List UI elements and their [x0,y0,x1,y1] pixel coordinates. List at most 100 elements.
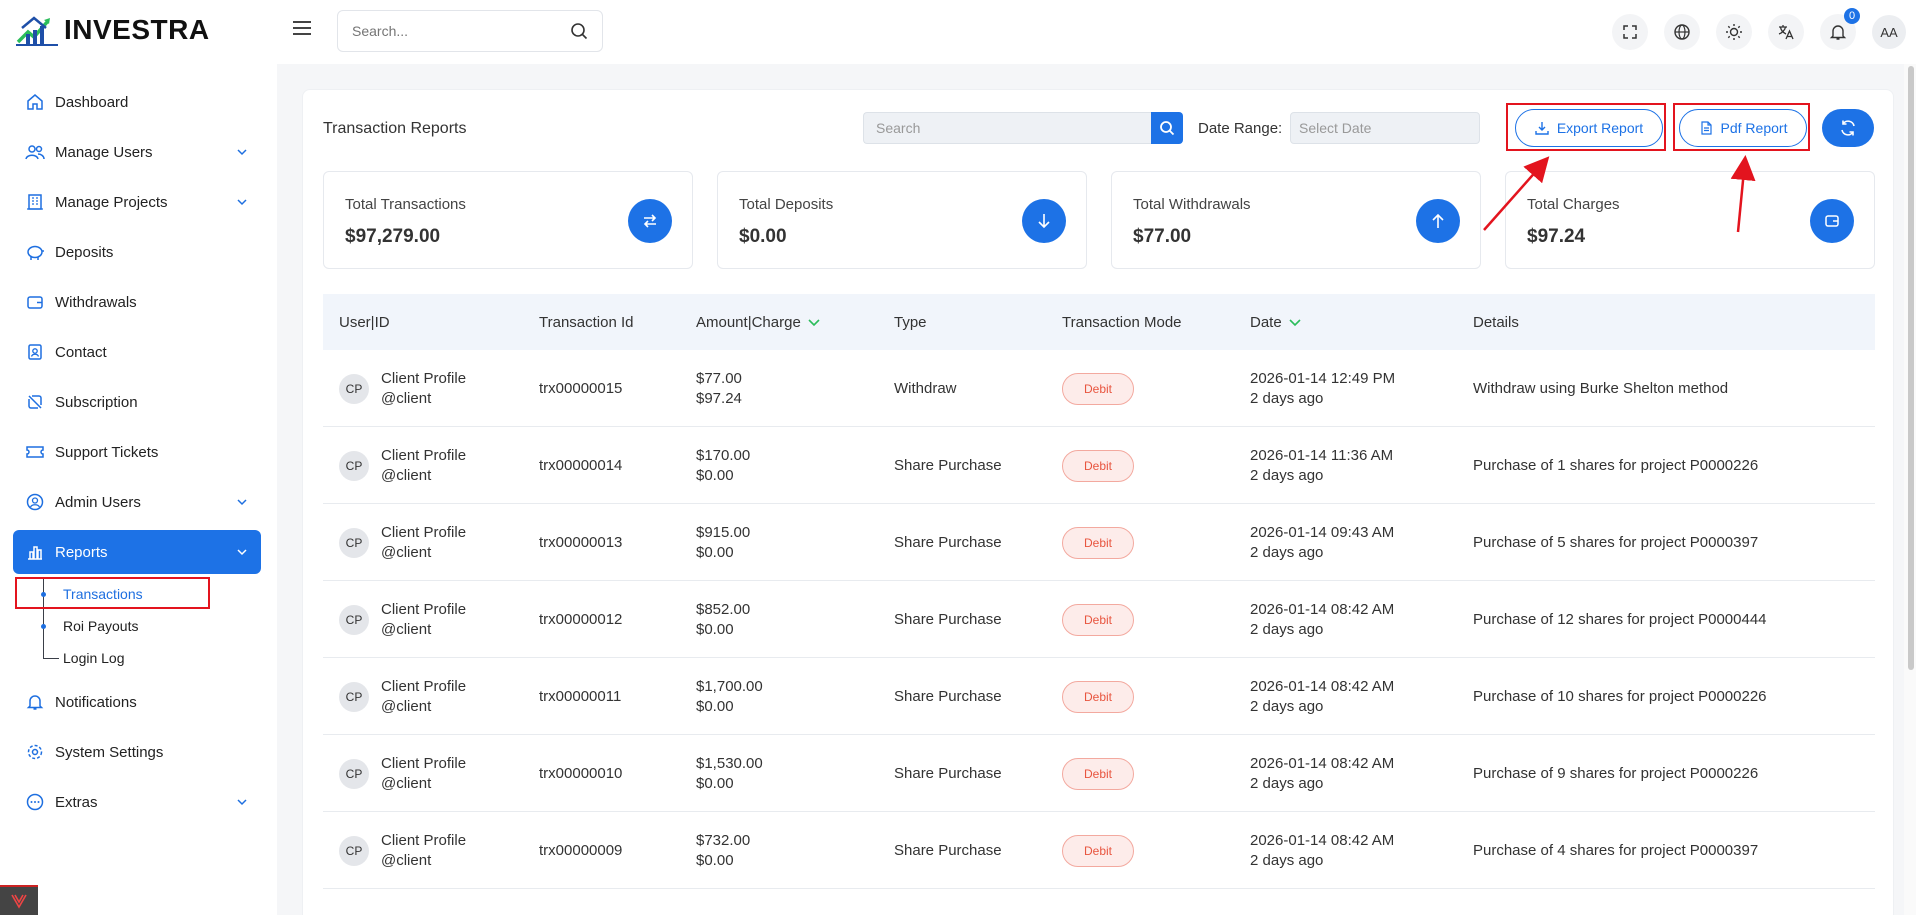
status-badge: Debit [1062,449,1134,482]
user-info: Client Profile @client [381,754,466,794]
sidebar-item-dashboard[interactable]: Dashboard [13,80,261,124]
sidebar-item-contact[interactable]: Contact [13,330,261,374]
chevron-down-icon [237,549,247,556]
sort-chevron-icon [1289,319,1301,327]
brand-logo[interactable]: INVESTRA [14,12,210,48]
user-info: Client Profile @client [381,523,466,563]
cell-date: 2026-01-14 08:42 AM 2 days ago [1250,735,1394,812]
submenu-label: Login Log [63,650,125,666]
charge-value: $0.00 [696,851,734,869]
sidebar-item-support-tickets[interactable]: Support Tickets [13,430,261,474]
pdf-icon [1700,121,1712,135]
user-name[interactable]: Client Profile [381,369,466,389]
table-row[interactable]: CP Client Profile @client trx00000014 $170.0… [323,427,1875,504]
theme-toggle-button[interactable] [1716,14,1752,50]
sidebar: INVESTRA Dashboard Manage Users Manage P… [0,0,277,915]
amount-charge: $852.00 $0.00 [696,600,750,640]
col-header-user[interactable]: User|ID [339,314,390,331]
user-name[interactable]: Client Profile [381,446,466,466]
cell-date: 2026-01-14 09:43 AM 2 days ago [1250,504,1394,581]
col-header-details[interactable]: Details [1473,314,1519,331]
table-row[interactable]: CP Client Profile @client trx00000009 $732.0… [323,812,1875,889]
sidebar-item-subscription[interactable]: Subscription [13,380,261,424]
sidebar-item-manage-users[interactable]: Manage Users [13,130,261,174]
cell-details: Purchase of 5 shares for project P000039… [1473,534,1759,551]
user-name[interactable]: Client Profile [381,600,466,620]
sidebar-item-reports[interactable]: Reports [13,530,261,574]
sidebar-item-notifications[interactable]: Notifications [13,680,261,724]
col-header-mode[interactable]: Transaction Mode [1062,314,1182,331]
col-header-amount[interactable]: Amount|Charge [696,314,821,331]
table-row[interactable]: CP Client Profile @client trx00000013 $915.0… [323,504,1875,581]
date-value: 2026-01-14 08:42 AM [1250,677,1395,695]
fullscreen-button[interactable] [1612,14,1648,50]
submenu-item-transactions[interactable]: Transactions [33,578,261,610]
menu-toggle-icon[interactable] [291,18,313,38]
search-icon[interactable] [570,22,588,40]
user-name[interactable]: Client Profile [381,754,466,774]
table-row[interactable]: CP Client Profile @client trx00000015 $77.00… [323,350,1875,427]
user-name[interactable]: Client Profile [381,831,466,851]
chevron-down-icon [237,499,247,506]
page-title: Transaction Reports [323,120,467,137]
cell-transaction-id: trx00000010 [539,765,623,782]
col-header-type[interactable]: Type [894,314,927,331]
date-range-input[interactable]: Select Date [1290,112,1480,144]
amount-value: $1,530.00 [696,754,763,772]
relative-time: 2 days ago [1250,543,1324,561]
table-row[interactable]: CP Client Profile @client trx00000011 $1,700… [323,658,1875,735]
cell-type: Share Purchase [894,765,1002,782]
cell-amount: $732.00 $0.00 [696,812,750,889]
report-search-button[interactable] [1151,112,1183,144]
amount-charge: $915.00 $0.00 [696,523,750,563]
cell-date: 2026-01-14 11:36 AM 2 days ago [1250,427,1393,504]
scrollbar-thumb[interactable] [1908,66,1914,670]
refresh-button[interactable] [1822,109,1874,147]
notifications-button[interactable]: 0 [1820,8,1860,50]
cell-mode: Debit [1062,427,1134,504]
sidebar-item-withdrawals[interactable]: Withdrawals [13,280,261,324]
avatar: CP [339,373,369,404]
sort-chevron-icon [808,319,820,327]
table-row[interactable]: CP Client Profile @client trx00000012 $852.0… [323,581,1875,658]
amount-charge: $1,530.00 $0.00 [696,754,763,794]
user-avatar[interactable]: AA [1872,15,1906,49]
stat-value: $77.00 [1133,226,1192,247]
table-row[interactable]: CP Client Profile @client trx00000010 $1,530… [323,735,1875,812]
export-report-button[interactable]: Export Report [1515,109,1663,147]
topbar: 0 AA [277,0,1916,64]
cell-date: 2026-01-14 08:42 AM 2 days ago [1250,658,1394,735]
cell-date: 2026-01-14 08:42 AM 2 days ago [1250,812,1394,889]
stat-card-total-withdrawals: Total Withdrawals $77.00 [1111,171,1481,269]
amount-value: $77.00 [696,369,742,387]
global-search-input[interactable] [352,23,570,39]
cell-type: Share Purchase [894,611,1002,628]
cell-user: CP Client Profile @client [339,658,466,735]
cell-user: CP Client Profile @client [339,581,466,658]
user-name[interactable]: Client Profile [381,677,466,697]
submenu-item-login-log[interactable]: Login Log [33,642,261,674]
sidebar-item-deposits[interactable]: Deposits [13,230,261,274]
sidebar-item-label: Reports [55,543,108,561]
pdf-report-button[interactable]: Pdf Report [1679,109,1807,147]
translate-button[interactable] [1768,14,1804,50]
relative-time: 2 days ago [1250,466,1324,484]
cell-date: 2026-01-14 08:42 AM 2 days ago [1250,581,1394,658]
col-header-transaction-id[interactable]: Transaction Id [539,314,634,331]
language-button[interactable] [1664,14,1700,50]
relative-time: 2 days ago [1250,389,1324,407]
report-search-input[interactable]: Search [863,112,1151,144]
cell-type: Withdraw [894,380,957,397]
sidebar-item-admin-users[interactable]: Admin Users [13,480,261,524]
user-name[interactable]: Client Profile [381,523,466,543]
relative-time: 2 days ago [1250,697,1324,715]
table-header: User|ID Transaction Id Amount|Charge Typ… [323,294,1875,350]
bell-icon [25,692,45,712]
col-header-date[interactable]: Date [1250,314,1302,331]
sidebar-item-manage-projects[interactable]: Manage Projects [13,180,261,224]
stat-card-total-charges: Total Charges $97.24 [1505,171,1875,269]
debug-badge-icon[interactable] [0,885,38,915]
sidebar-item-system-settings[interactable]: System Settings [13,730,261,774]
sidebar-item-extras[interactable]: Extras [13,780,261,824]
submenu-item-roi-payouts[interactable]: Roi Payouts [33,610,261,642]
